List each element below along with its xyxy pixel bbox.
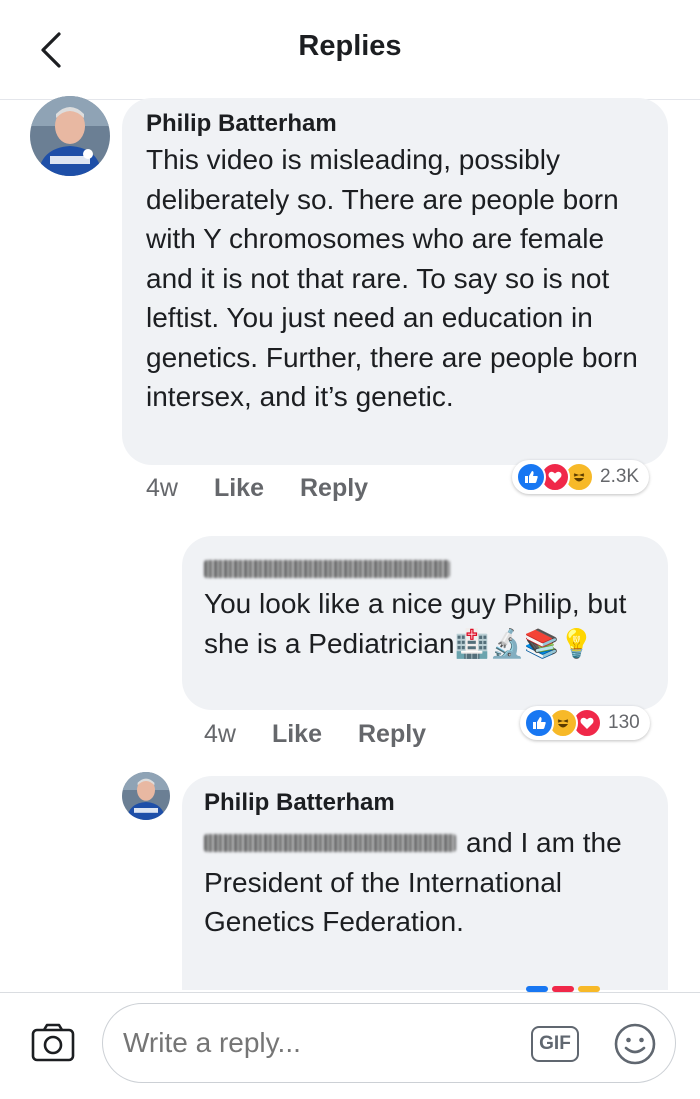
emoji-button[interactable] xyxy=(613,1022,657,1066)
reply-author[interactable]: Philip Batterham xyxy=(204,789,395,817)
like-icon xyxy=(516,462,546,492)
camera-button[interactable] xyxy=(30,1022,76,1064)
like-icon xyxy=(524,708,554,738)
avatar[interactable] xyxy=(122,772,170,820)
comment-time: 4w xyxy=(146,474,178,502)
reaction-count: 130 xyxy=(608,712,640,733)
reply-button[interactable]: Reply xyxy=(358,720,426,748)
reply-input[interactable] xyxy=(123,1027,503,1059)
reaction-count: 2.3K xyxy=(600,466,640,487)
reply-time: 4w xyxy=(204,720,236,748)
comment-text: This video is misleading, possibly delib… xyxy=(146,144,638,412)
like-button[interactable]: Like xyxy=(272,720,322,748)
reactions-summary[interactable]: 2.3K xyxy=(512,460,650,494)
reply-meta: 4w Like Reply xyxy=(204,720,426,749)
reply-composer[interactable]: GIF xyxy=(102,1003,676,1083)
composer-divider xyxy=(0,992,700,993)
like-button[interactable]: Like xyxy=(214,474,264,502)
comment-author[interactable]: Philip Batterham xyxy=(146,110,337,138)
camera-icon xyxy=(31,1023,75,1062)
reply-text-content: and I am the President of the Internatio… xyxy=(204,827,622,937)
gif-button[interactable]: GIF xyxy=(531,1026,579,1062)
reactions-summary[interactable]: 130 xyxy=(520,706,650,740)
avatar[interactable] xyxy=(30,96,110,176)
smiley-icon xyxy=(614,1023,656,1065)
comment-meta: 4w Like Reply xyxy=(146,474,368,503)
reply-text: and I am the President of the Internatio… xyxy=(204,823,660,942)
page-title: Replies xyxy=(298,30,402,62)
reply-text: You look like a nice guy Philip, but she… xyxy=(204,588,627,659)
reply-button[interactable]: Reply xyxy=(300,474,368,502)
header-bar: Replies xyxy=(0,0,700,100)
redacted-author-name xyxy=(204,560,450,578)
